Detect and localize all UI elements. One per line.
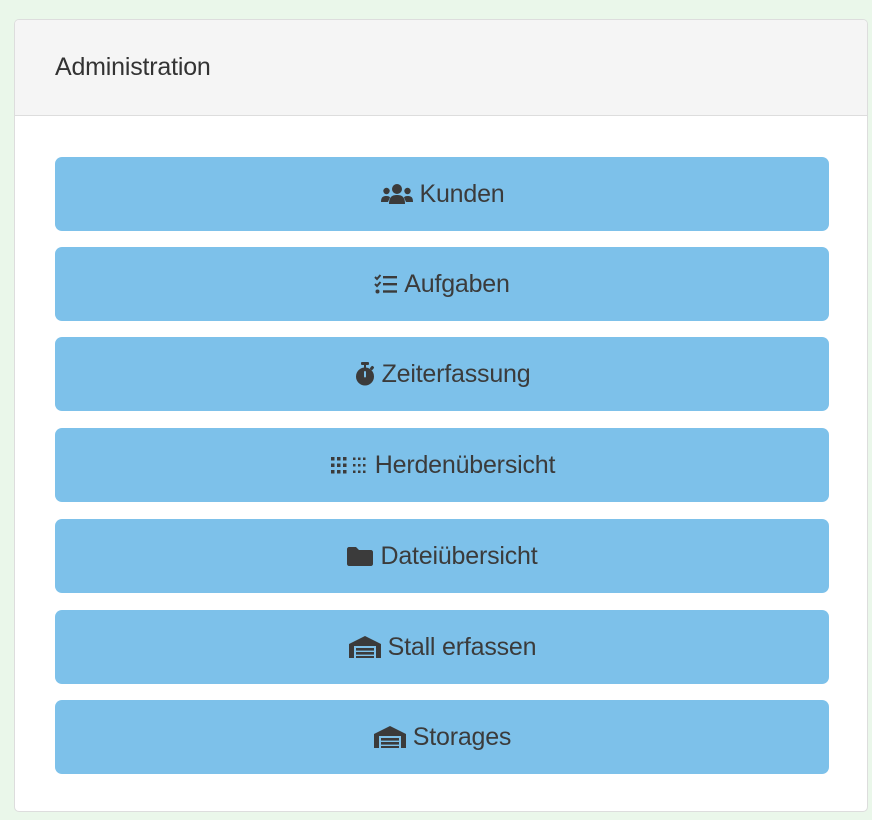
zeiterfassung-label: Zeiterfassung [381, 359, 531, 388]
zeiterfassung-button[interactable]: Zeiterfassung [55, 337, 829, 411]
tasks-icon [374, 273, 398, 295]
administration-panel: Administration Kunden Aufgaben Zeiterfas… [14, 19, 868, 812]
herdenuebersicht-button[interactable]: Herdenübersicht [55, 428, 829, 502]
kunden-label: Kunden [419, 179, 505, 208]
folder-icon [346, 545, 374, 567]
panel-title: Administration [55, 53, 211, 81]
herd-dots-icon [329, 455, 369, 475]
herdenuebersicht-label: Herdenübersicht [374, 450, 556, 479]
kunden-button[interactable]: Kunden [55, 157, 829, 231]
stall-erfassen-button[interactable]: Stall erfassen [55, 610, 829, 684]
stopwatch-icon [354, 362, 376, 386]
aufgaben-button[interactable]: Aufgaben [55, 247, 829, 321]
storages-button[interactable]: Storages [55, 700, 829, 774]
dateiuebersicht-label: Dateiübersicht [380, 541, 538, 570]
dateiuebersicht-button[interactable]: Dateiübersicht [55, 519, 829, 593]
stall-erfassen-label: Stall erfassen [387, 632, 537, 661]
panel-heading: Administration [15, 20, 867, 116]
warehouse-icon [373, 725, 407, 749]
storages-label: Storages [412, 722, 512, 751]
aufgaben-label: Aufgaben [404, 269, 510, 298]
warehouse-icon [348, 635, 382, 659]
users-icon [380, 183, 414, 205]
